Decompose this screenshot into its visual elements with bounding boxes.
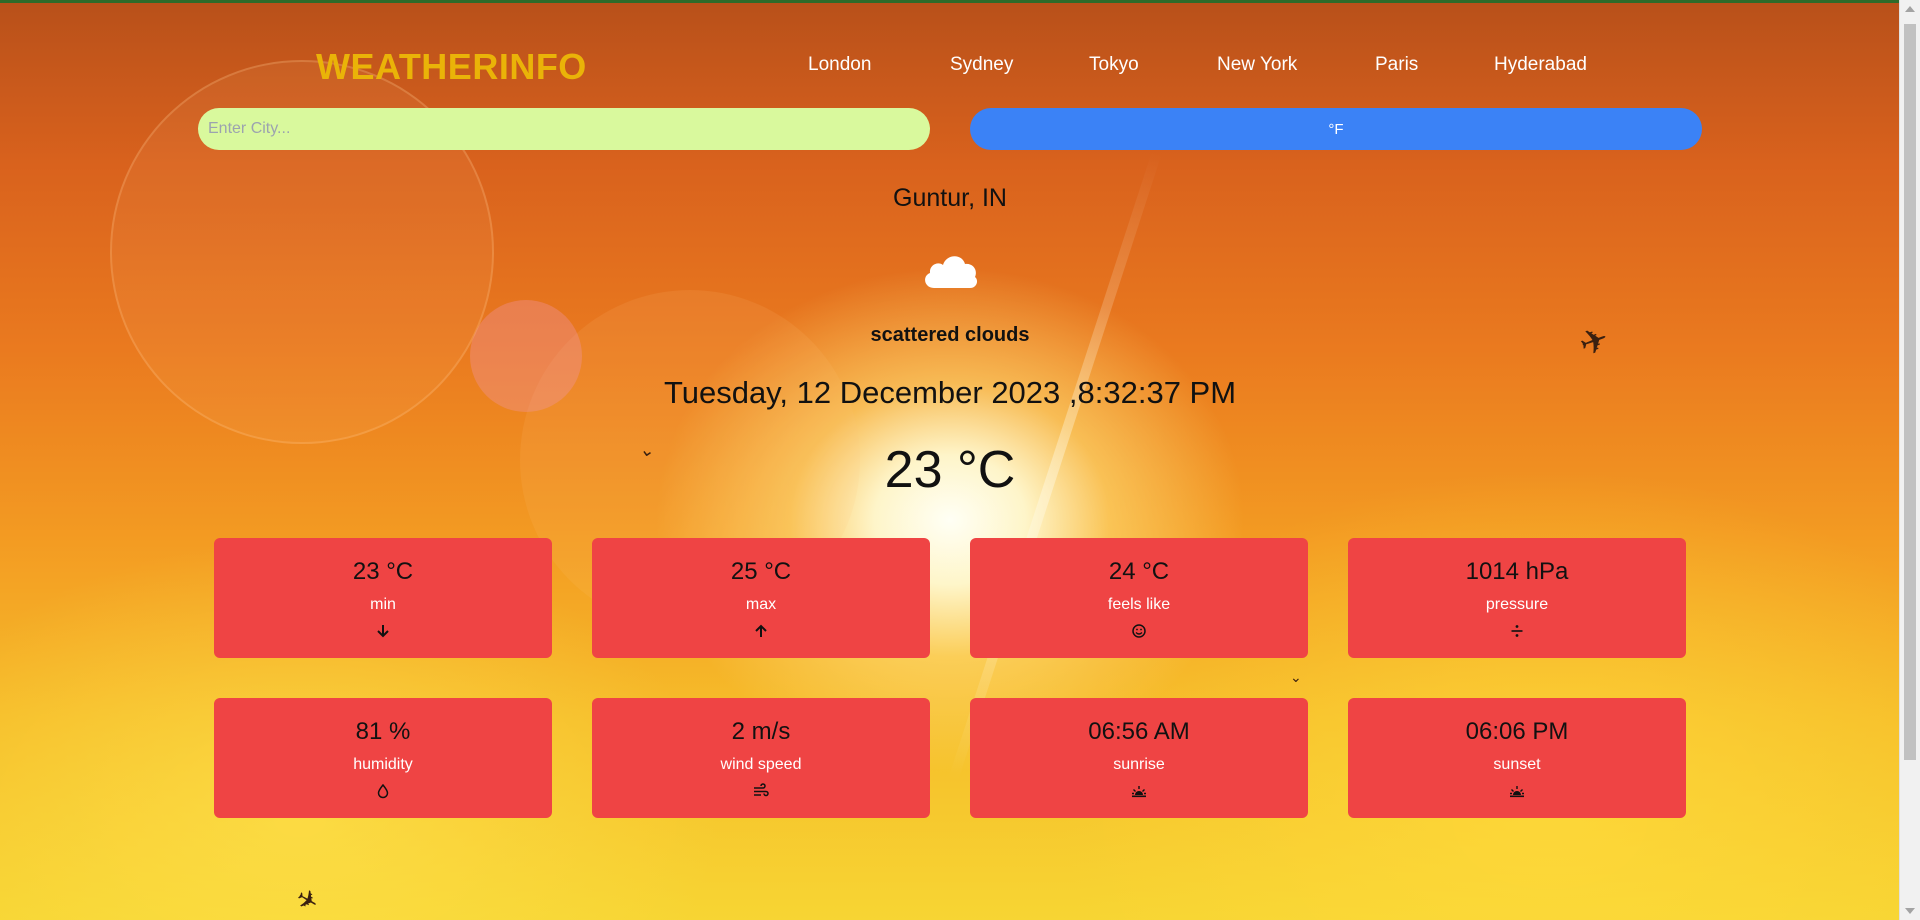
stat-value: 1014 hPa: [1465, 558, 1569, 585]
location-label: Guntur, IN: [893, 184, 1007, 212]
cloud-icon: [925, 256, 978, 288]
stat-card-feels-like: 24 °C feels like: [970, 538, 1308, 658]
nav-link-paris[interactable]: Paris: [1375, 54, 1418, 76]
city-search-input[interactable]: [198, 108, 930, 150]
stat-card-pressure: 1014 hPa pressure: [1348, 538, 1686, 658]
stat-label: humidity: [353, 756, 413, 773]
divide-icon: [1511, 625, 1523, 637]
bird-silhouette: ✈: [289, 882, 324, 920]
stat-card-max: 25 °C max: [592, 538, 930, 658]
unit-toggle-button[interactable]: °F: [970, 108, 1702, 150]
nav-link-sydney[interactable]: Sydney: [950, 54, 1013, 76]
stat-card-min: 23 °C min: [214, 538, 552, 658]
stat-card-sunrise: 06:56 AM sunrise: [970, 698, 1308, 818]
weather-condition-icon: [0, 248, 1900, 294]
current-temperature: 23 °C: [884, 441, 1016, 499]
stat-value: 24 °C: [1108, 558, 1170, 585]
stat-value: 06:56 AM: [1088, 718, 1190, 745]
stat-card-wind-speed: 2 m/s wind speed: [592, 698, 930, 818]
stat-label: sunset: [1493, 756, 1541, 773]
site-header: WEATHERINFO London Sydney Tokyo New York…: [0, 36, 1900, 92]
stat-value: 2 m/s: [731, 718, 791, 745]
search-row: °F: [198, 108, 1702, 150]
arrow-up-icon: [755, 624, 767, 637]
stat-card-sunset: 06:06 PM sunset: [1348, 698, 1686, 818]
stat-value: 23 °C: [352, 558, 414, 585]
smile-icon: [1132, 624, 1146, 638]
top-accent-line: [0, 0, 1920, 3]
stat-label: pressure: [1485, 596, 1549, 613]
stat-value: 25 °C: [730, 558, 792, 585]
bird-silhouette: ⌄: [1290, 670, 1302, 686]
stat-label: wind speed: [720, 756, 802, 773]
stat-value: 06:06 PM: [1465, 718, 1569, 745]
stat-label: feels like: [1107, 596, 1171, 613]
arrow-down-icon: [377, 625, 389, 638]
nav-link-tokyo[interactable]: Tokyo: [1089, 54, 1139, 76]
scroll-down-arrow-icon[interactable]: [1905, 908, 1915, 914]
local-datetime: Tuesday, 12 December 2023 ,8:32:37 PM: [663, 375, 1237, 410]
stat-value: 81 %: [355, 718, 411, 745]
wind-icon: [754, 783, 769, 797]
stat-label: min: [370, 596, 396, 613]
stat-label: sunrise: [1113, 756, 1165, 773]
droplet-icon: [377, 783, 389, 799]
stat-label: max: [745, 596, 777, 613]
nav-link-new-york[interactable]: New York: [1217, 54, 1297, 76]
city-nav: London Sydney Tokyo New York Paris Hyder…: [780, 54, 1700, 84]
sunrise-icon: [1132, 786, 1146, 798]
scroll-thumb[interactable]: [1904, 24, 1916, 760]
sunset-icon: [1510, 786, 1524, 798]
weather-condition: scattered clouds: [870, 324, 1030, 346]
brand-logo[interactable]: WEATHERINFO: [316, 46, 587, 88]
nav-link-hyderabad[interactable]: Hyderabad: [1494, 54, 1587, 76]
scroll-up-arrow-icon[interactable]: [1905, 6, 1915, 12]
nav-link-london[interactable]: London: [808, 54, 871, 76]
stat-card-humidity: 81 % humidity: [214, 698, 552, 818]
vertical-scrollbar[interactable]: [1899, 0, 1920, 920]
